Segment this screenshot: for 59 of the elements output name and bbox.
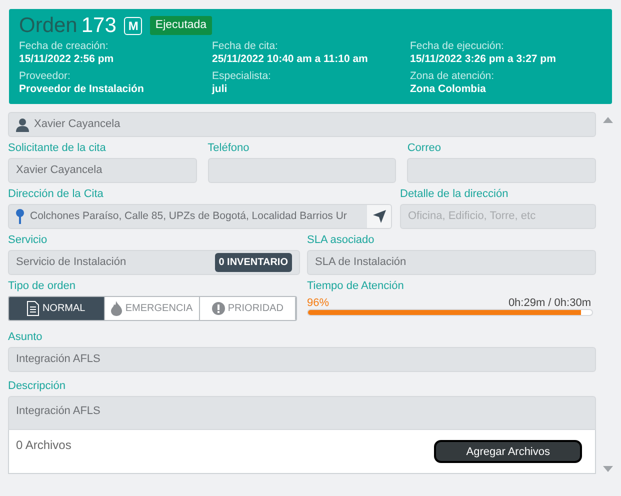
subject-text: Integración AFLS <box>16 352 100 368</box>
mode-badge: M <box>124 16 142 34</box>
service-field[interactable]: Servicio de Instalación 0 INVENTARIO <box>8 250 300 275</box>
description-field[interactable]: Integración AFLS <box>8 396 596 430</box>
inventory-badge: 0 INVENTARIO <box>214 253 292 272</box>
field-label: Descripción <box>8 380 66 393</box>
field-label: Solicitante de la cita <box>8 142 107 155</box>
field-label: Servicio <box>8 234 48 247</box>
status-badge: Ejecutada <box>150 16 212 36</box>
header-value: juli <box>212 83 228 96</box>
field-label: Correo <box>407 142 442 155</box>
field-label: Asunto <box>8 331 44 344</box>
placeholder-text: Oficina, Edificio, Torre, etc <box>408 209 536 224</box>
navigate-button[interactable] <box>367 205 391 228</box>
header-value: Proveedor de Instalación <box>19 83 145 96</box>
header-label: Fecha de creación: <box>19 40 110 53</box>
navigation-arrow-icon <box>372 210 386 223</box>
scroll-up-icon[interactable] <box>603 117 613 123</box>
files-count: 0 Archivos <box>16 437 72 454</box>
order-title: Orden <box>19 15 78 36</box>
subject-field[interactable]: Integración AFLS <box>8 347 596 372</box>
header-value: 15/11/2022 2:56 pm <box>19 53 115 66</box>
field-label: Dirección de la Cita <box>8 188 104 201</box>
percent-text: 96% <box>307 297 330 309</box>
order-type-tab[interactable]: NORMAL <box>9 297 105 320</box>
time-reading: 0h:29m / 0h:30m <box>508 297 591 309</box>
header-value: Zona Colombia <box>410 83 487 96</box>
description-text: Integración AFLS <box>16 404 100 419</box>
header-label: Fecha de ejecución: <box>410 40 505 53</box>
field-value: Xavier Cayancela <box>16 163 102 178</box>
document-icon <box>27 301 40 316</box>
input-field[interactable]: Xavier Cayancela <box>8 158 197 183</box>
field-label: Detalle de la dirección <box>400 188 510 201</box>
scroll-down-icon[interactable] <box>603 466 613 472</box>
field-label: Tipo de orden <box>8 280 76 293</box>
service-text: Servicio de Instalación <box>16 255 126 270</box>
exclamation-icon <box>212 302 225 315</box>
pin-icon <box>16 209 24 224</box>
sla-field[interactable]: SLA de Instalación <box>307 250 596 275</box>
field-label: Tiempo de Atención <box>307 280 405 293</box>
header-value: 15/11/2022 3:26 pm a 3:27 pm <box>410 53 557 66</box>
client-name: Xavier Cayancela <box>34 117 120 132</box>
header-label: Especialista: <box>212 70 272 83</box>
input-field[interactable] <box>208 158 396 183</box>
add-files-button[interactable]: Agregar Archivos <box>434 440 582 463</box>
address-text: Colchones Paraíso, Calle 85, UPZs de Bogotá, Localidad Barrios Ur <box>30 208 348 224</box>
field-label: Teléfono <box>208 142 250 155</box>
order-number: 173 <box>81 15 116 36</box>
header-label: Proveedor: <box>19 70 72 83</box>
header-label: Zona de atención: <box>410 70 496 83</box>
header-label: Fecha de cita: <box>212 40 279 53</box>
client-field[interactable]: Xavier Cayancela <box>8 112 596 137</box>
input-field[interactable] <box>407 158 596 183</box>
field-label: SLA asociado <box>307 234 376 247</box>
header-value: 25/11/2022 10:40 am a 11:10 am <box>212 53 369 66</box>
flame-icon <box>111 301 122 316</box>
sla-text: SLA de Instalación <box>315 255 406 270</box>
user-icon <box>16 118 29 132</box>
address-field[interactable]: Colchones Paraíso, Calle 85, UPZs de Bogotá, Localidad Barrios Ur <box>8 204 392 229</box>
